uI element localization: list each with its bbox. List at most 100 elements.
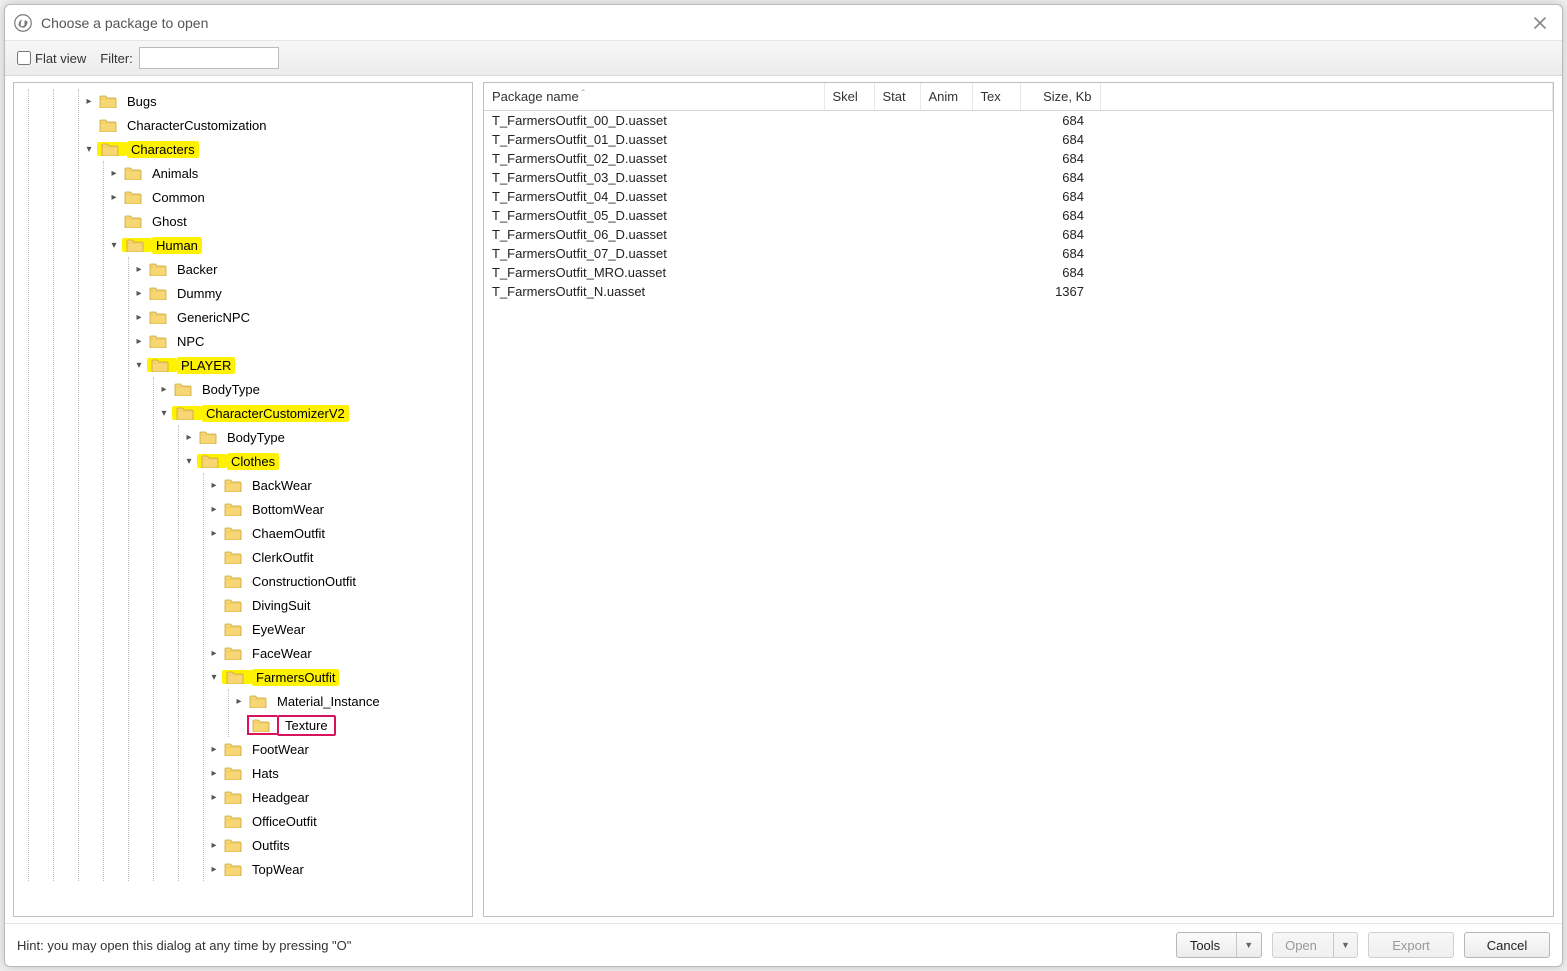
tree-item[interactable]: ▾ Characters	[81, 137, 468, 161]
flat-view-label: Flat view	[35, 51, 86, 66]
column-header-tex[interactable]: Tex	[972, 83, 1020, 111]
chevron-down-icon[interactable]: ▾	[131, 357, 147, 373]
table-row[interactable]: T_FarmersOutfit_05_D.uasset684	[484, 206, 1553, 225]
chevron-right-icon[interactable]: ▸	[206, 789, 222, 805]
tree-item[interactable]: ▸ Backer	[131, 257, 468, 281]
tree-item[interactable]: ▾ PLAYER	[131, 353, 468, 377]
chevron-right-icon[interactable]: ▸	[206, 741, 222, 757]
flat-view-input[interactable]	[17, 51, 31, 65]
table-row[interactable]: T_FarmersOutfit_02_D.uasset684	[484, 149, 1553, 168]
chevron-down-icon[interactable]: ▾	[106, 237, 122, 253]
chevron-down-icon[interactable]: ▾	[156, 405, 172, 421]
tree-item[interactable]: ▸ OfficeOutfit	[206, 809, 468, 833]
flat-view-checkbox[interactable]: Flat view	[17, 51, 86, 66]
chevron-right-icon[interactable]: ▸	[206, 501, 222, 517]
column-header-size[interactable]: Size, Kb	[1020, 83, 1100, 111]
tree-item[interactable]: ▾ CharacterCustomizerV2	[156, 401, 468, 425]
tree-item[interactable]: ▸ Texture	[231, 713, 468, 737]
table-row[interactable]: T_FarmersOutfit_01_D.uasset684	[484, 130, 1553, 149]
tree-item[interactable]: ▾ Human	[106, 233, 468, 257]
chevron-right-icon[interactable]: ▸	[206, 525, 222, 541]
table-row[interactable]: T_FarmersOutfit_04_D.uasset684	[484, 187, 1553, 206]
tree-item[interactable]: ▸ Common	[106, 185, 468, 209]
tree-item[interactable]: ▸ Headgear	[206, 785, 468, 809]
tree-item[interactable]: ▸ CharacterCustomization	[81, 113, 468, 137]
tree-item[interactable]: ▸ FootWear	[206, 737, 468, 761]
table-row[interactable]: T_FarmersOutfit_06_D.uasset684	[484, 225, 1553, 244]
column-header-name[interactable]: Package name	[484, 83, 824, 111]
tree-item[interactable]: ▸ ChaemOutfit	[206, 521, 468, 545]
tree-item[interactable]: ▸ Bugs	[81, 89, 468, 113]
tree-item[interactable]: ▸ FaceWear	[206, 641, 468, 665]
table-row[interactable]: T_FarmersOutfit_N.uasset1367	[484, 282, 1553, 301]
cell-skel	[824, 225, 874, 244]
close-icon	[1534, 17, 1546, 29]
tree-item[interactable]: ▸ Outfits	[206, 833, 468, 857]
chevron-right-icon[interactable]: ▸	[206, 765, 222, 781]
chevron-right-icon[interactable]: ▸	[131, 333, 147, 349]
chevron-right-icon[interactable]: ▸	[206, 837, 222, 853]
tree-item[interactable]: ▸ GenericNPC	[131, 305, 468, 329]
chevron-down-icon[interactable]: ▾	[206, 669, 222, 685]
tree-item[interactable]: ▸ ConstructionOutfit	[206, 569, 468, 593]
tree-item[interactable]: ▸ Ghost	[106, 209, 468, 233]
chevron-right-icon[interactable]: ▸	[206, 645, 222, 661]
open-dropdown-toggle[interactable]: ▼	[1333, 933, 1355, 957]
tree-item[interactable]: ▸ DivingSuit	[206, 593, 468, 617]
chevron-right-icon[interactable]: ▸	[231, 693, 247, 709]
table-row[interactable]: T_FarmersOutfit_00_D.uasset684	[484, 111, 1553, 131]
chevron-down-icon[interactable]: ▾	[181, 453, 197, 469]
tree-item[interactable]: ▸ Hats	[206, 761, 468, 785]
tree-item[interactable]: ▸ Dummy	[131, 281, 468, 305]
folder-icon	[224, 478, 242, 492]
folder-icon	[224, 526, 242, 540]
cell-anim	[920, 282, 972, 301]
chevron-right-icon[interactable]: ▸	[106, 189, 122, 205]
chevron-right-icon[interactable]: ▸	[206, 477, 222, 493]
tree-item[interactable]: ▸ NPC	[131, 329, 468, 353]
chevron-right-icon[interactable]: ▸	[131, 309, 147, 325]
tools-button[interactable]: Tools ▼	[1176, 932, 1262, 958]
cell-skel	[824, 111, 874, 131]
open-button[interactable]: Open ▼	[1272, 932, 1358, 958]
cancel-button[interactable]: Cancel	[1464, 932, 1550, 958]
folder-icon	[224, 742, 242, 756]
folder-icon	[124, 166, 142, 180]
export-button[interactable]: Export	[1368, 932, 1454, 958]
cell-tex	[972, 130, 1020, 149]
chevron-down-icon[interactable]: ▾	[81, 141, 97, 157]
table-row[interactable]: T_FarmersOutfit_03_D.uasset684	[484, 168, 1553, 187]
chevron-right-icon[interactable]: ▸	[156, 381, 172, 397]
tree-item[interactable]: ▸ BodyType	[181, 425, 468, 449]
filter-input[interactable]	[139, 47, 279, 69]
tree-item[interactable]: ▸ BodyType	[156, 377, 468, 401]
folder-tree-pane[interactable]: ▸ Bugs▸ CharacterCustomization▾ Characte…	[13, 82, 473, 917]
tools-dropdown-toggle[interactable]: ▼	[1236, 933, 1258, 957]
column-header-anim[interactable]: Anim	[920, 83, 972, 111]
chevron-right-icon[interactable]: ▸	[81, 93, 97, 109]
chevron-right-icon[interactable]: ▸	[106, 165, 122, 181]
tree-item[interactable]: ▸ BottomWear	[206, 497, 468, 521]
tree-item[interactable]: ▾ Clothes	[181, 449, 468, 473]
cell-size: 684	[1020, 206, 1100, 225]
tree-item-label: ConstructionOutfit	[248, 573, 360, 590]
folder-icon	[126, 238, 144, 252]
package-list-pane[interactable]: Package nameSkelStatAnimTexSize, Kb T_Fa…	[483, 82, 1554, 917]
table-row[interactable]: T_FarmersOutfit_07_D.uasset684	[484, 244, 1553, 263]
tree-item[interactable]: ▾ FarmersOutfit	[206, 665, 468, 689]
chevron-right-icon[interactable]: ▸	[131, 285, 147, 301]
tree-item[interactable]: ▸ ClerkOutfit	[206, 545, 468, 569]
close-button[interactable]	[1526, 9, 1554, 37]
column-header-stat[interactable]: Stat	[874, 83, 920, 111]
tree-item[interactable]: ▸ TopWear	[206, 857, 468, 881]
chevron-right-icon[interactable]: ▸	[131, 261, 147, 277]
tree-item[interactable]: ▸ Animals	[106, 161, 468, 185]
chevron-down-icon: ▼	[1244, 940, 1253, 950]
chevron-right-icon[interactable]: ▸	[206, 861, 222, 877]
column-header-skel[interactable]: Skel	[824, 83, 874, 111]
chevron-right-icon[interactable]: ▸	[181, 429, 197, 445]
table-row[interactable]: T_FarmersOutfit_MRO.uasset684	[484, 263, 1553, 282]
tree-item[interactable]: ▸ BackWear	[206, 473, 468, 497]
tree-item[interactable]: ▸ EyeWear	[206, 617, 468, 641]
tree-item[interactable]: ▸ Material_Instance	[231, 689, 468, 713]
